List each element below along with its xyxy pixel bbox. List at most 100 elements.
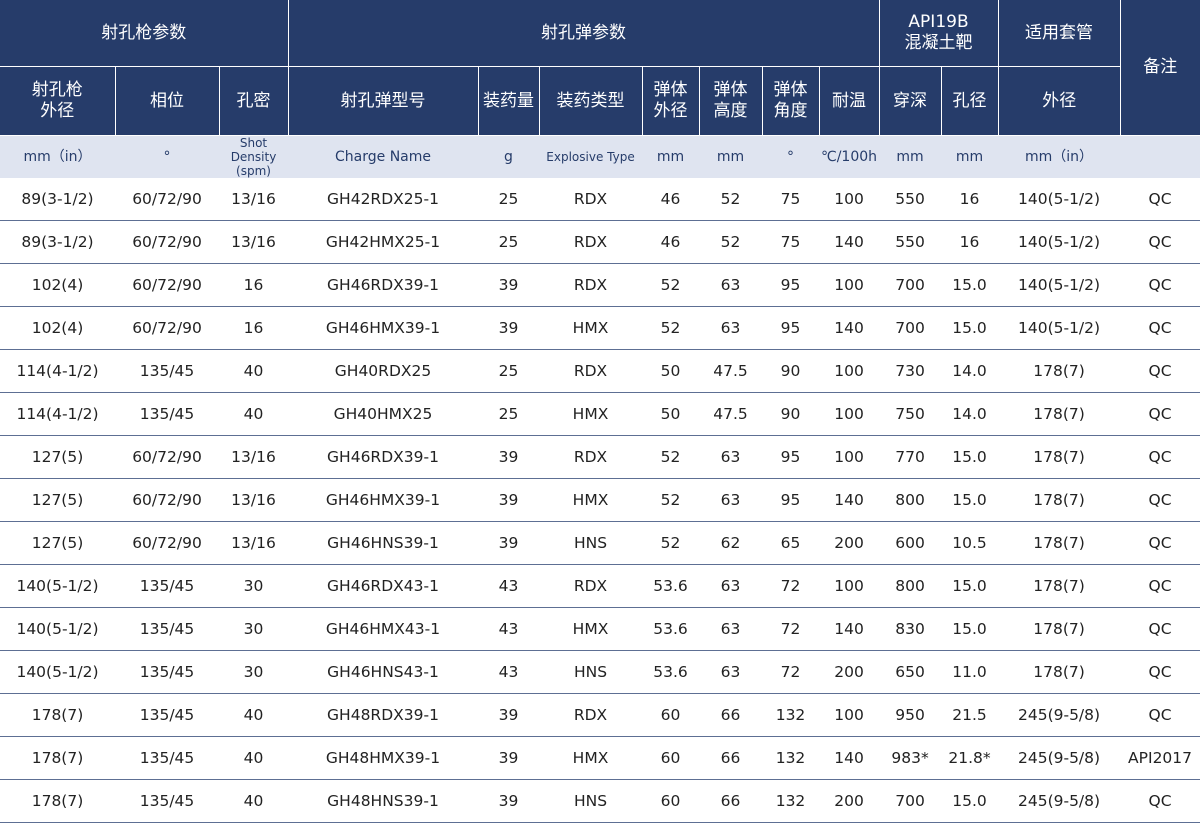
table-cell: 60/72/90 (115, 263, 219, 307)
table-cell: 15.0 (941, 564, 999, 608)
table-cell: RDX (539, 693, 642, 737)
table-row: 89(3-1/2) 60/72/90 13/16 GH42RDX25-1 25 RDX 46… (0, 178, 1200, 221)
table-cell: 800 (879, 478, 942, 522)
table-cell: GH46HMX39-1 (288, 306, 478, 350)
group-api19b-target: API19B 混凝土靶 (879, 0, 999, 67)
table-cell: 132 (762, 779, 819, 823)
table-cell: HMX (539, 736, 642, 780)
table-cell: 43 (478, 650, 539, 694)
table-cell: 25 (478, 178, 539, 221)
table-cell: 40 (219, 349, 288, 393)
column-header: 射孔枪 外径 (0, 66, 116, 136)
table-cell: 178(7) (998, 392, 1121, 436)
table-cell: 800 (879, 564, 942, 608)
table-cell: GH46HMX43-1 (288, 607, 478, 651)
table-cell: 40 (219, 779, 288, 823)
table-cell: 15.0 (941, 779, 999, 823)
table-cell: 132 (762, 693, 819, 737)
table-cell: 25 (478, 349, 539, 393)
group-remarks: 备注 (1120, 0, 1200, 136)
table-row: 102(4) 60/72/90 16 GH46RDX39-1 39 RDX 52 63 95 10… (0, 263, 1200, 307)
table-row: 178(7) 135/45 40 GH48HMX39-1 39 HMX 60 66 132 140… (0, 736, 1200, 780)
table-cell: 60/72/90 (115, 478, 219, 522)
table-cell: 30 (219, 607, 288, 651)
table-row: 114(4-1/2) 135/45 40 GH40HMX25 25 HMX 50 47.5 90… (0, 392, 1200, 436)
table-cell: 200 (819, 779, 880, 823)
table-cell: 114(4-1/2) (0, 392, 115, 436)
table-cell: 39 (478, 263, 539, 307)
table-cell: 200 (819, 650, 880, 694)
table-cell: 140(5-1/2) (998, 263, 1121, 307)
table-cell: HNS (539, 521, 642, 565)
table-cell: QC (1120, 607, 1200, 651)
table-cell: 72 (762, 564, 819, 608)
table-cell: QC (1120, 564, 1200, 608)
unit-cell: ℃/100h (819, 135, 880, 178)
table-cell: GH42HMX25-1 (288, 220, 478, 264)
table-cell: 132 (762, 736, 819, 780)
table-cell: 52 (699, 220, 762, 264)
table-cell: QC (1120, 392, 1200, 436)
table-row: 140(5-1/2) 135/45 30 GH46RDX43-1 43 RDX 53.6 63… (0, 564, 1200, 608)
table-cell: 25 (478, 392, 539, 436)
table-cell: QC (1120, 521, 1200, 565)
column-header: 耐温 (819, 66, 880, 136)
table-cell: 550 (879, 220, 942, 264)
table-cell: 140(5-1/2) (998, 306, 1121, 350)
table-cell: QC (1120, 650, 1200, 694)
table-cell: 140(5-1/2) (998, 220, 1121, 264)
table-cell: 700 (879, 306, 942, 350)
column-header: 相位 (115, 66, 220, 136)
unit-cell: Charge Name (288, 135, 478, 178)
table-cell: 100 (819, 435, 880, 479)
table-row: 114(4-1/2) 135/45 40 GH40RDX25 25 RDX 50 47.5 90… (0, 349, 1200, 393)
table-cell: 100 (819, 178, 880, 221)
unit-cell: mm (879, 135, 942, 178)
table-cell: 178(7) (998, 435, 1121, 479)
table-cell: 100 (819, 349, 880, 393)
table-cell: QC (1120, 435, 1200, 479)
table-cell: 30 (219, 564, 288, 608)
perforating-gun-spec-table: 射孔枪参数 射孔弹参数 API19B 混凝土靶 适用套管 备注 射孔枪 外径 相位… (0, 0, 1200, 823)
unit-cell: g (478, 135, 539, 178)
table-row: 102(4) 60/72/90 16 GH46HMX39-1 39 HMX 52 63 95 14… (0, 306, 1200, 350)
unit-cell: mm (941, 135, 999, 178)
table-cell: 245(9-5/8) (998, 693, 1121, 737)
table-cell: GH48RDX39-1 (288, 693, 478, 737)
table-cell: RDX (539, 564, 642, 608)
table-cell: 178(7) (0, 736, 115, 780)
table-cell: 53.6 (642, 564, 699, 608)
unit-cell: mm (699, 135, 762, 178)
table-cell: HNS (539, 650, 642, 694)
table-cell: 140 (819, 478, 880, 522)
table-cell: 13/16 (219, 521, 288, 565)
table-cell: QC (1120, 178, 1200, 221)
table-cell: 178(7) (998, 607, 1121, 651)
table-cell: 90 (762, 392, 819, 436)
unit-cell: ° (762, 135, 819, 178)
table-cell: 50 (642, 392, 699, 436)
table-cell: 63 (699, 478, 762, 522)
column-header: 弹体 高度 (699, 66, 763, 136)
table-cell: HMX (539, 478, 642, 522)
table-cell: 100 (819, 263, 880, 307)
table-cell: 66 (699, 693, 762, 737)
table-cell: 60/72/90 (115, 435, 219, 479)
table-cell: 39 (478, 521, 539, 565)
table-cell: 40 (219, 693, 288, 737)
table-cell: 75 (762, 220, 819, 264)
table-cell: 830 (879, 607, 942, 651)
table-cell: 178(7) (0, 779, 115, 823)
table-cell: 730 (879, 349, 942, 393)
table-cell: 43 (478, 607, 539, 651)
table-cell: 43 (478, 564, 539, 608)
table-cell: 95 (762, 306, 819, 350)
table-cell: 13/16 (219, 220, 288, 264)
unit-cell: mm（in） (0, 135, 115, 178)
table-cell: 90 (762, 349, 819, 393)
table-cell: 15.0 (941, 435, 999, 479)
table-cell: 16 (941, 220, 999, 264)
column-header: 装药量 (478, 66, 540, 136)
table-cell: 140 (819, 220, 880, 264)
table-cell: 16 (219, 306, 288, 350)
